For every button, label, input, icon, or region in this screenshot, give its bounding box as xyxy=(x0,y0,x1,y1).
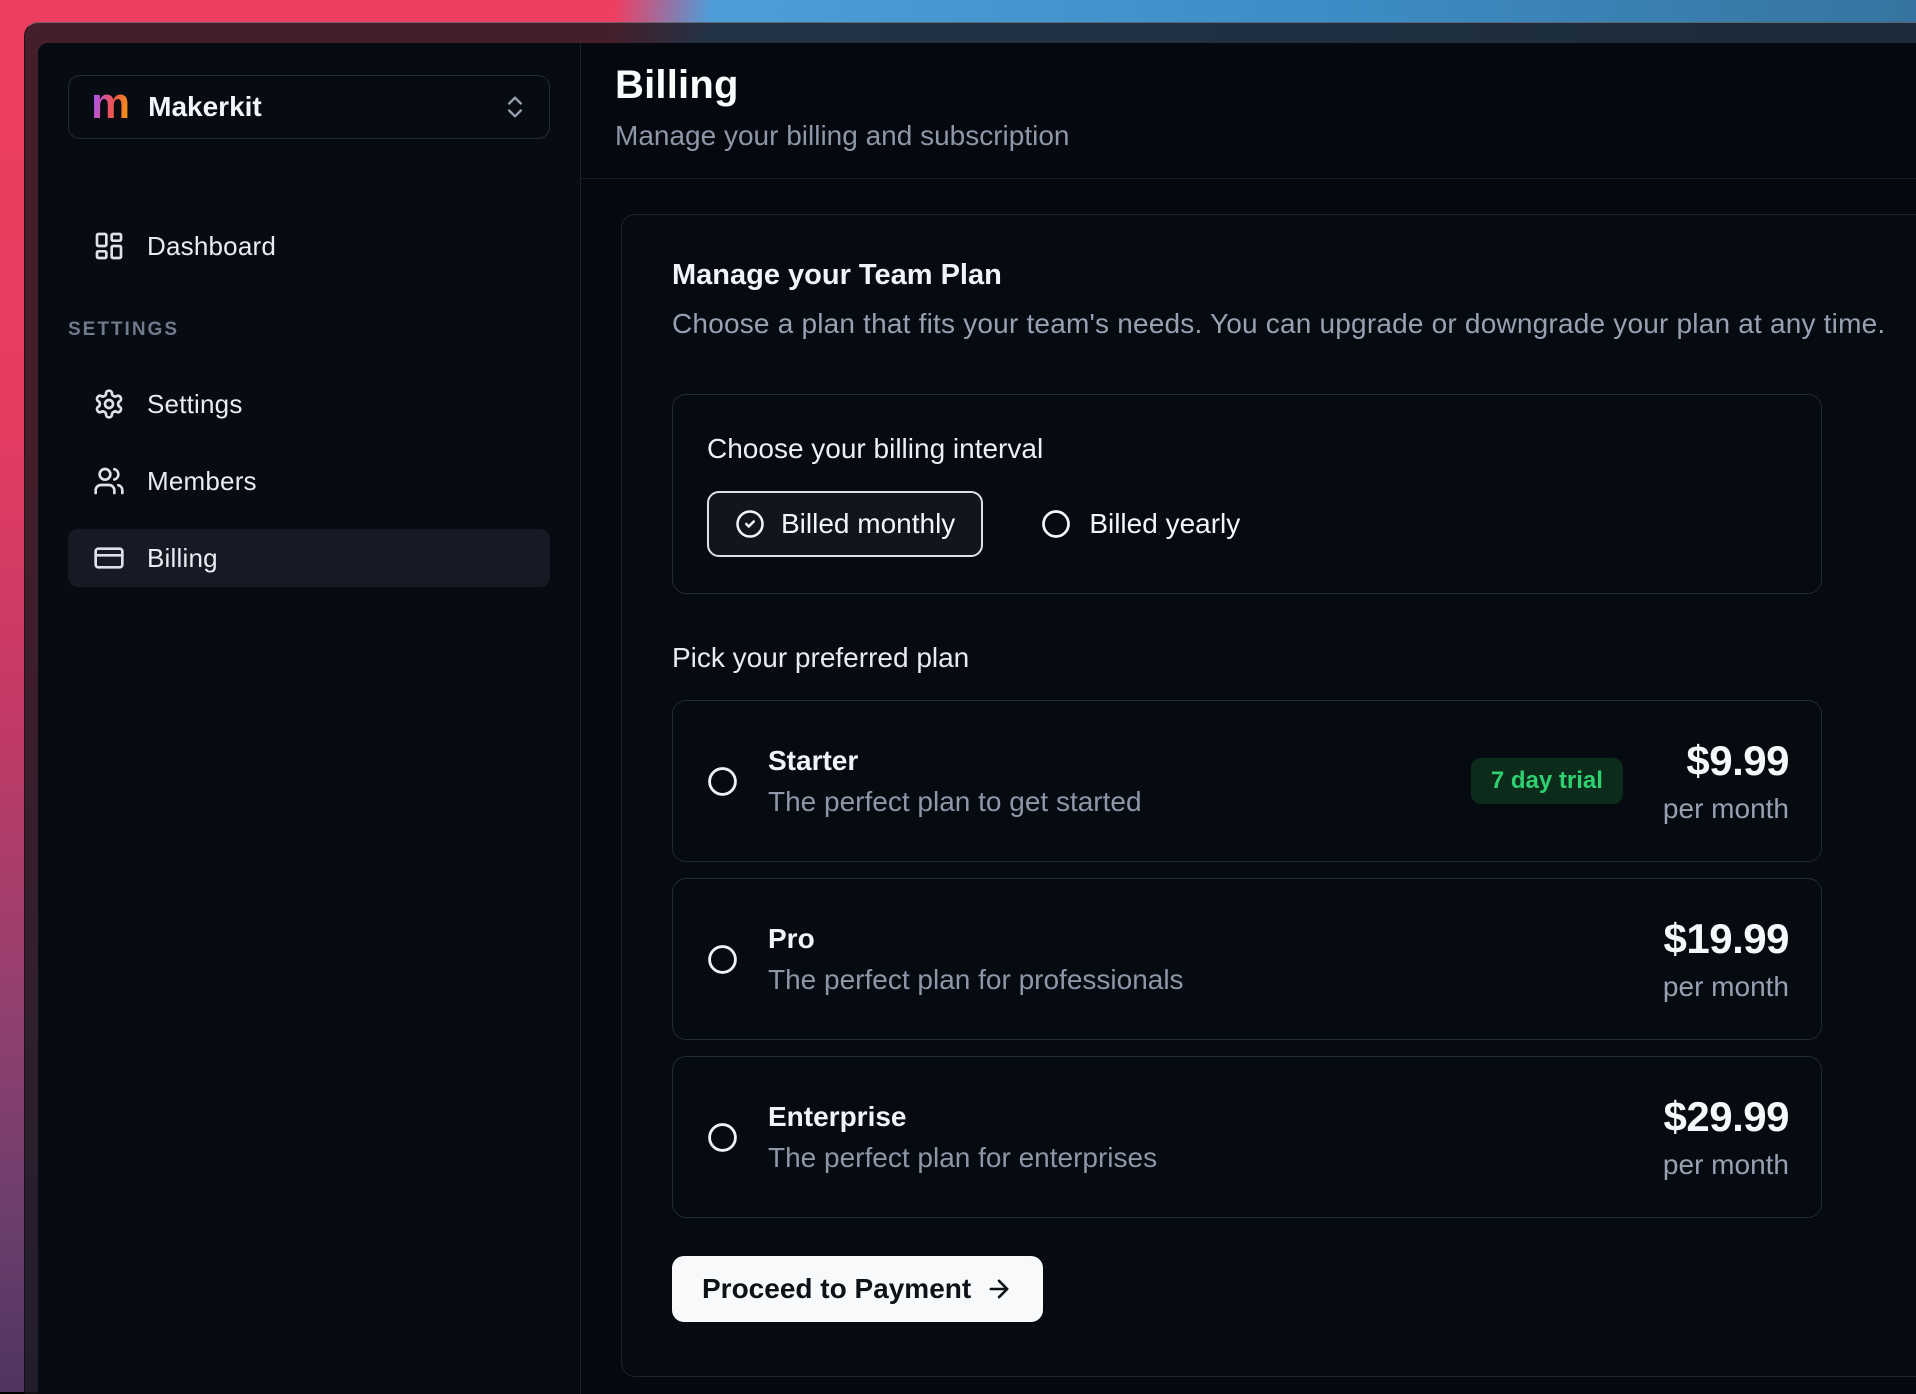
plan-row-pro[interactable]: Pro The perfect plan for professionals $… xyxy=(672,878,1822,1040)
radio-circle-icon[interactable] xyxy=(707,944,738,975)
sidebar-item-label: Settings xyxy=(147,389,243,420)
main-content: Billing Manage your billing and subscrip… xyxy=(581,43,1916,1394)
plan-period: per month xyxy=(1663,793,1789,825)
workspace-name: Makerkit xyxy=(148,91,483,123)
radio-circle-icon[interactable] xyxy=(707,766,738,797)
app-window: m Makerkit Dashboard SETTINGS xyxy=(24,22,1916,1394)
page-title: Billing xyxy=(615,63,1916,108)
chevrons-up-down-icon xyxy=(501,93,529,121)
proceed-to-payment-label: Proceed to Payment xyxy=(702,1273,971,1305)
dashboard-icon xyxy=(93,230,125,262)
sidebar-nav: Dashboard SETTINGS Settings Members xyxy=(68,217,550,587)
arrow-right-icon xyxy=(985,1275,1013,1303)
plan-name: Enterprise xyxy=(768,1101,1663,1133)
plan-name: Pro xyxy=(768,923,1663,955)
plan-price: $19.99 xyxy=(1663,915,1789,963)
plan-price-block: $19.99 per month xyxy=(1663,915,1789,1003)
plan-text: Enterprise The perfect plan for enterpri… xyxy=(768,1101,1663,1174)
billed-yearly-option[interactable]: Billed yearly xyxy=(1041,508,1240,540)
pick-plan-label: Pick your preferred plan xyxy=(672,642,1916,674)
app-content: m Makerkit Dashboard SETTINGS xyxy=(38,43,1916,1394)
sidebar-item-label: Members xyxy=(147,466,257,497)
plan-row-starter[interactable]: Starter The perfect plan to get started … xyxy=(672,700,1822,862)
plan-price: $9.99 xyxy=(1663,737,1789,785)
sidebar-section-settings: SETTINGS xyxy=(68,319,550,341)
plan-price: $29.99 xyxy=(1663,1093,1789,1141)
plan-description: The perfect plan to get started xyxy=(768,786,1471,818)
proceed-to-payment-button[interactable]: Proceed to Payment xyxy=(672,1256,1043,1322)
billing-interval-label: Choose your billing interval xyxy=(707,433,1787,465)
billed-monthly-option[interactable]: Billed monthly xyxy=(707,491,983,557)
plan-description: The perfect plan for professionals xyxy=(768,964,1663,996)
card-title: Manage your Team Plan xyxy=(672,259,1916,292)
plan-price-block: $9.99 per month xyxy=(1663,737,1789,825)
billing-interval-options: Billed monthly Billed yearly xyxy=(707,491,1787,557)
sidebar-item-label: Dashboard xyxy=(147,231,276,262)
plan-description: The perfect plan for enterprises xyxy=(768,1142,1663,1174)
sidebar: m Makerkit Dashboard SETTINGS xyxy=(38,43,581,1394)
plan-row-enterprise[interactable]: Enterprise The perfect plan for enterpri… xyxy=(672,1056,1822,1218)
users-icon xyxy=(93,465,125,497)
credit-card-icon xyxy=(93,542,125,574)
makerkit-logo: m xyxy=(91,82,130,126)
page-subtitle: Manage your billing and subscription xyxy=(615,120,1916,152)
plan-price-block: $29.99 per month xyxy=(1663,1093,1789,1181)
sidebar-item-settings[interactable]: Settings xyxy=(68,375,550,433)
gear-icon xyxy=(93,388,125,420)
sidebar-item-billing[interactable]: Billing xyxy=(68,529,550,587)
radio-circle-icon[interactable] xyxy=(707,1122,738,1153)
check-circle-icon xyxy=(735,509,765,539)
billed-monthly-label: Billed monthly xyxy=(781,508,955,540)
trial-badge: 7 day trial xyxy=(1471,758,1623,804)
plan-period: per month xyxy=(1663,1149,1789,1181)
radio-circle-icon xyxy=(1041,509,1071,539)
team-plan-card: Manage your Team Plan Choose a plan that… xyxy=(621,214,1916,1377)
page-header: Billing Manage your billing and subscrip… xyxy=(581,43,1916,152)
card-description: Choose a plan that fits your team's need… xyxy=(672,308,1916,340)
sidebar-item-members[interactable]: Members xyxy=(68,452,550,510)
plan-text: Pro The perfect plan for professionals xyxy=(768,923,1663,996)
billing-interval-box: Choose your billing interval Billed mont… xyxy=(672,394,1822,594)
content-area: Manage your Team Plan Choose a plan that… xyxy=(581,179,1916,1377)
plan-period: per month xyxy=(1663,971,1789,1003)
sidebar-item-dashboard[interactable]: Dashboard xyxy=(68,217,550,275)
plan-text: Starter The perfect plan to get started xyxy=(768,745,1471,818)
workspace-selector[interactable]: m Makerkit xyxy=(68,75,550,139)
sidebar-item-label: Billing xyxy=(147,543,218,574)
plan-name: Starter xyxy=(768,745,1471,777)
billed-yearly-label: Billed yearly xyxy=(1089,508,1240,540)
